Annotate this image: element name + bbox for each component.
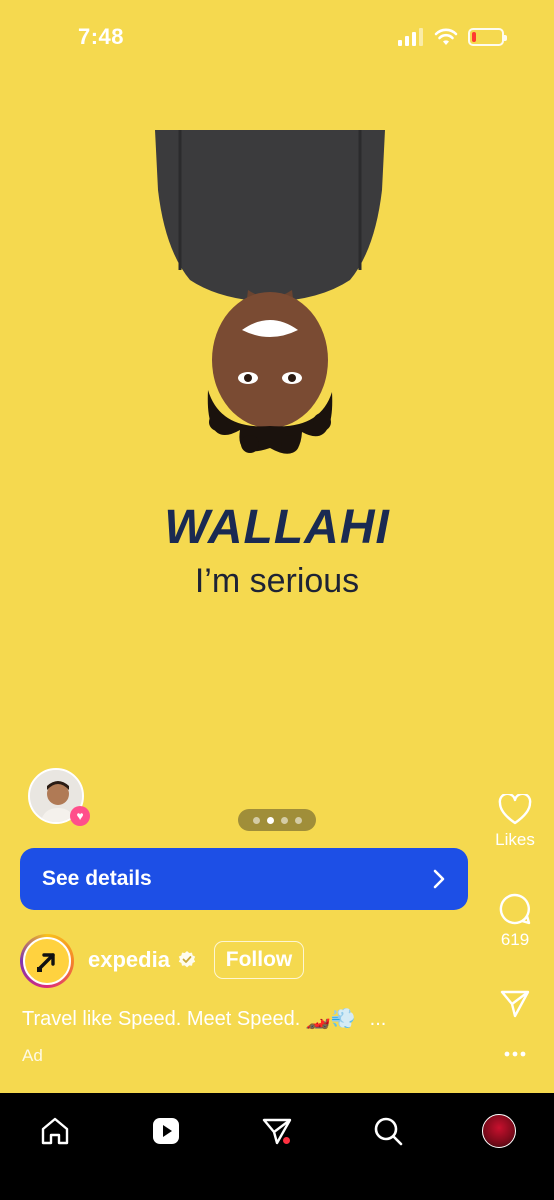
account-name[interactable]: expedia (88, 947, 170, 973)
caption-more[interactable]: ... (370, 1008, 387, 1030)
chevron-right-icon (433, 869, 445, 889)
reels-icon (153, 1118, 180, 1144)
see-details-button[interactable]: See details (20, 848, 468, 910)
cellular-signal-icon (398, 28, 423, 46)
like-button[interactable]: Likes (486, 794, 544, 850)
nav-search[interactable] (360, 1111, 416, 1151)
follow-button[interactable]: Follow (214, 941, 304, 979)
ad-subline: I’m serious (194, 562, 360, 600)
nav-home[interactable] (27, 1111, 83, 1151)
ad-headline: WALLAHI (164, 501, 390, 554)
status-time: 7:48 (78, 24, 125, 49)
nav-messages[interactable] (249, 1111, 305, 1151)
notification-dot (282, 1137, 290, 1144)
carousel-dot-active (266, 816, 274, 824)
status-bar: 7:48 (0, 0, 554, 80)
carousel-dot (252, 816, 260, 824)
heart-badge-icon: ♥ (70, 806, 90, 826)
caption[interactable]: Travel like Speed. Meet Speed. 🏎️💨... (22, 1006, 386, 1031)
home-icon (42, 1117, 69, 1145)
ad-label: Ad (22, 1046, 43, 1065)
verified-badge-icon (178, 951, 196, 968)
expedia-avatar[interactable] (20, 934, 74, 988)
wifi-icon (434, 28, 458, 45)
more-dots-icon (504, 1051, 526, 1057)
likes-label: Likes (495, 830, 535, 849)
share-icon (500, 990, 530, 1018)
comment-button[interactable]: 619 (486, 892, 544, 950)
comment-icon (499, 893, 531, 925)
share-button[interactable] (486, 988, 544, 1020)
carousel-dot (294, 816, 302, 824)
status-icons (398, 24, 507, 46)
more-options-button[interactable] (486, 1050, 544, 1058)
carousel-indicator (238, 809, 316, 831)
heart-icon (498, 794, 532, 825)
bottom-nav (0, 1093, 554, 1200)
caption-text: Travel like Speed. Meet Speed. 🏎️💨 (22, 1008, 356, 1030)
battery-icon (468, 28, 507, 46)
carousel-dot (280, 816, 288, 824)
comments-count: 619 (500, 930, 530, 949)
see-details-label: See details (42, 867, 152, 890)
nav-reels[interactable] (138, 1111, 194, 1151)
profile-avatar (481, 1114, 516, 1148)
search-icon (374, 1117, 403, 1146)
nav-profile[interactable] (471, 1111, 527, 1151)
expedia-logo-icon (37, 953, 55, 972)
